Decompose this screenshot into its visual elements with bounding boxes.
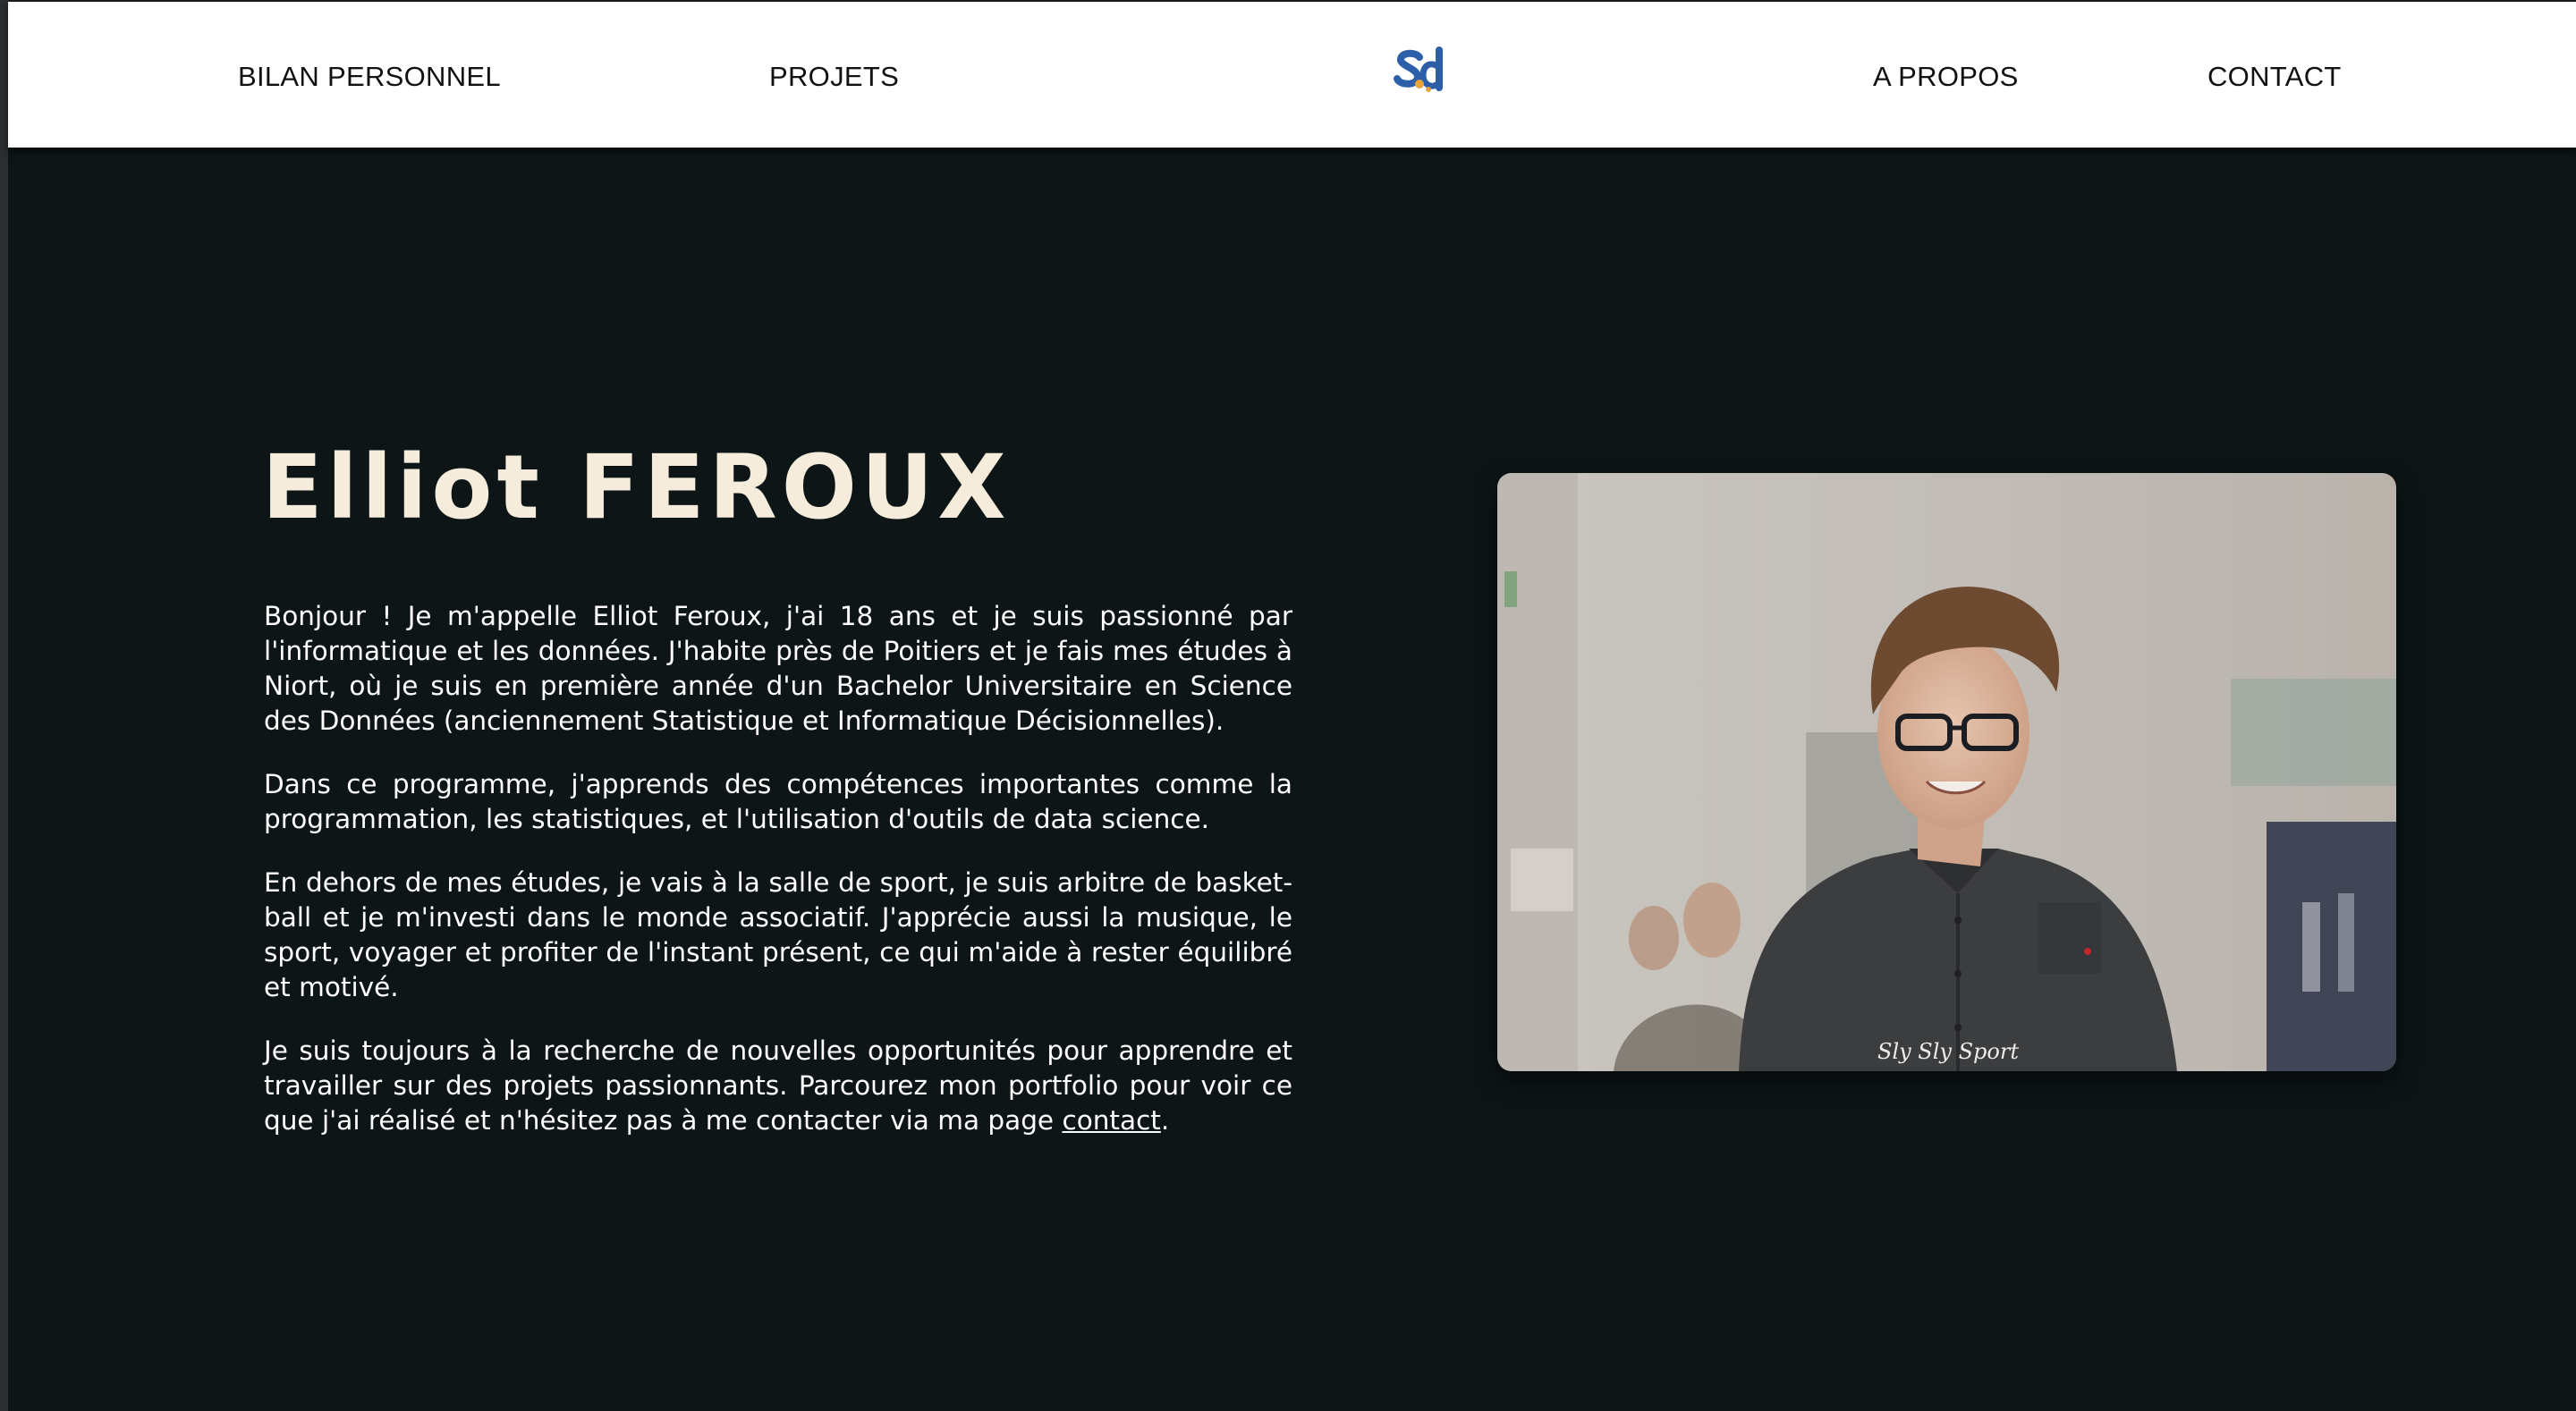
sd-logo-icon[interactable] [1393,45,1455,100]
bio-paragraph-2: Dans ce programme, j'apprends des compét… [264,769,1292,834]
bio-paragraph-1: Bonjour ! Je m'appelle Elliot Feroux, j'… [264,601,1292,736]
bio-paragraph-4: Je suis toujours à la recherche de nouve… [264,1034,1292,1138]
top-navbar: BILAN PERSONNEL PROJETS A PROPOS CONTACT [8,0,2576,148]
bio-text: Bonjour ! Je m'appelle Elliot Feroux, j'… [264,599,1292,1167]
photo-watermark: Sly Sly Sport [1877,1039,2019,1064]
nav-link-a-propos[interactable]: A PROPOS [1873,61,2019,93]
bio-paragraph-3: En dehors de mes études, je vais à la sa… [264,867,1292,1002]
contact-link[interactable]: contact [1062,1105,1160,1136]
bio-final-period: . [1160,1105,1170,1136]
nav-link-projets[interactable]: PROJETS [769,61,899,93]
page: BILAN PERSONNEL PROJETS A PROPOS CONTACT… [0,0,2576,1411]
hero-name-title: Elliot FEROUX [262,436,1011,539]
window-edge [0,0,8,1411]
nav-link-contact[interactable]: CONTACT [2207,61,2342,93]
nav-link-bilan-personnel[interactable]: BILAN PERSONNEL [238,61,501,93]
profile-photo: Sly Sly Sport [1497,473,2396,1071]
